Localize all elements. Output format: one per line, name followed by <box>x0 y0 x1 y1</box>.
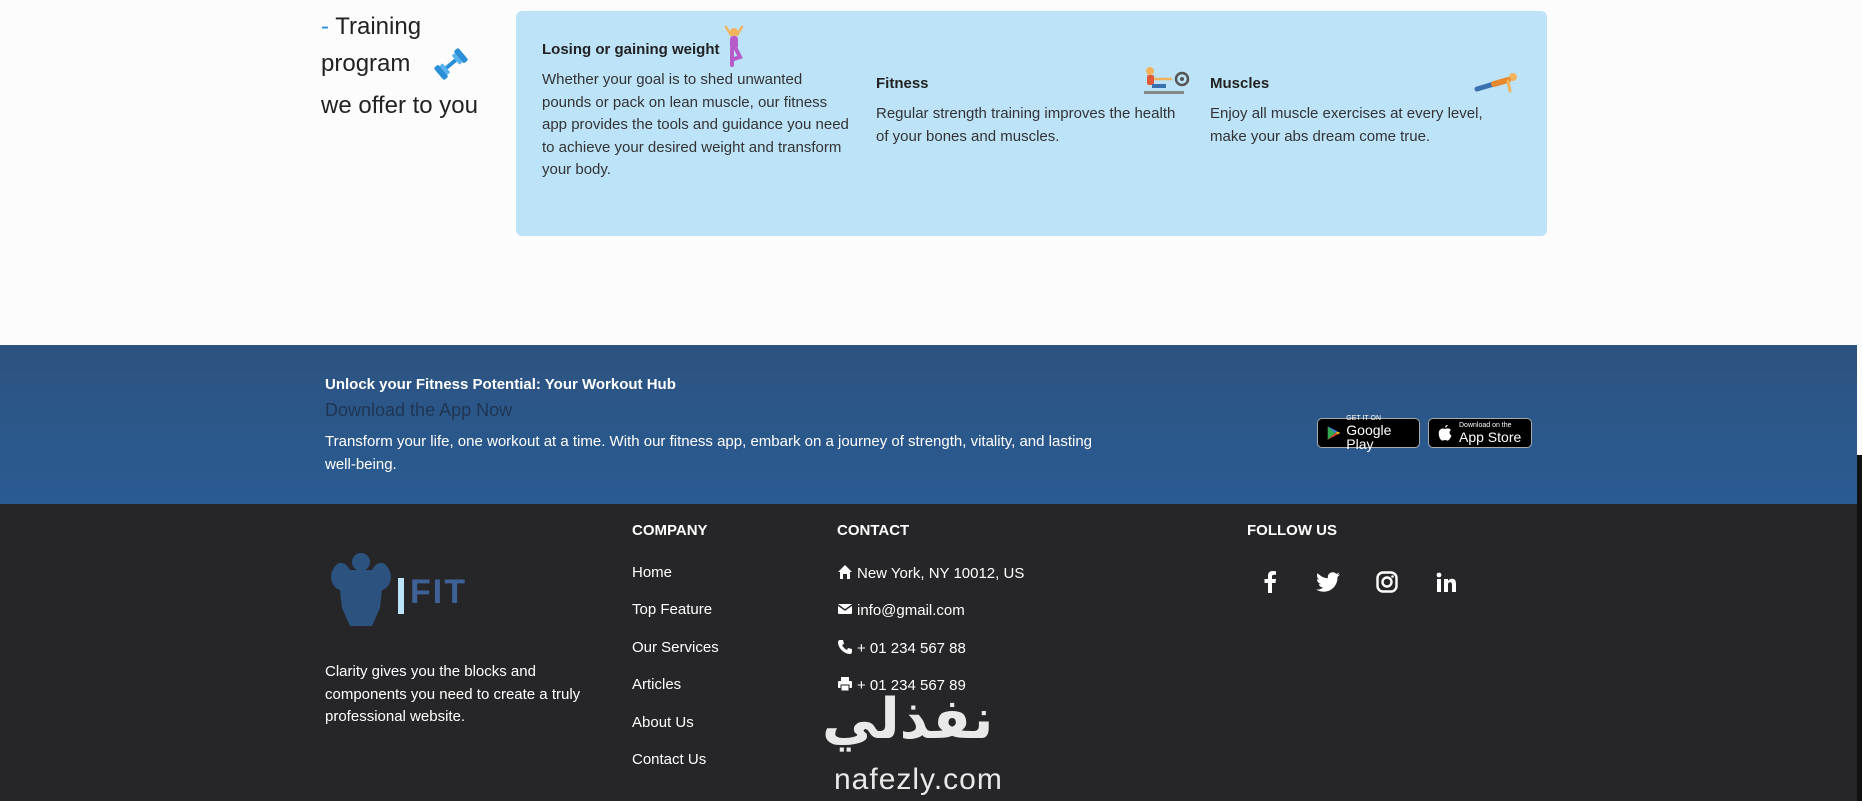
contact-phone: + 01 234 567 88 <box>837 639 966 657</box>
company-heading: COMPANY <box>632 522 708 539</box>
facebook-icon[interactable] <box>1255 567 1285 597</box>
logo-bar <box>398 578 404 614</box>
google-play-label: Google Play <box>1346 422 1392 452</box>
feature-title: Fitness <box>876 75 929 92</box>
feature-text: Regular strength training improves the h… <box>876 105 1176 145</box>
page-scrollbar[interactable] <box>1857 455 1862 801</box>
follow-heading: FOLLOW US <box>1247 522 1337 539</box>
contact-email[interactable]: info@gmail.com <box>837 601 965 619</box>
google-play-button[interactable]: GET IT ON Google Play <box>1317 415 1420 452</box>
linkedin-icon[interactable] <box>1431 567 1461 597</box>
envelope-icon <box>837 604 853 614</box>
instagram-icon[interactable] <box>1372 567 1402 597</box>
contact-address: New York, NY 10012, US <box>837 564 1024 582</box>
feature-title: Losing or gaining weight <box>542 41 720 58</box>
footer-link-top-feature[interactable]: Top Feature <box>632 601 712 618</box>
feature-weight: Losing or gaining weight Whether your go… <box>542 41 852 182</box>
contact-heading: CONTACT <box>837 522 910 539</box>
footer-link-contact[interactable]: Contact Us <box>632 751 706 768</box>
phone-text: + 01 234 567 88 <box>857 640 966 657</box>
apple-icon <box>1438 425 1452 441</box>
dumbbell-icon <box>434 48 468 80</box>
rowing-machine-icon <box>1144 67 1190 94</box>
phone-icon <box>838 640 852 654</box>
feature-text: Whether your goal is to shed unwanted po… <box>542 71 849 178</box>
person-yoga-icon <box>724 25 744 67</box>
title-dash: - <box>321 13 329 40</box>
email-text[interactable]: info@gmail.com <box>857 602 965 619</box>
watermark-arabic: نفذلي <box>822 687 994 750</box>
google-play-icon <box>1327 426 1341 440</box>
footer-link-services[interactable]: Our Services <box>632 639 719 656</box>
footer-about: Clarity gives you the blocks and compone… <box>325 663 581 725</box>
download-text: Transform your life, one workout at a ti… <box>325 433 1093 473</box>
watermark-latin: nafezly.com <box>834 763 1003 796</box>
feature-text: Enjoy all muscle exercises at every leve… <box>1210 105 1483 145</box>
feature-fitness: Fitness Regular strength training improv… <box>876 75 1186 148</box>
home-icon <box>838 565 852 579</box>
footer-link-about[interactable]: About Us <box>632 714 694 731</box>
app-store-label: App Store <box>1459 429 1522 445</box>
footer-link-articles[interactable]: Articles <box>632 676 681 693</box>
app-store-button[interactable]: Download on the App Store <box>1428 418 1532 448</box>
download-subtitle: Unlock your Fitness Potential: Your Work… <box>325 376 676 393</box>
download-app-banner <box>0 345 1857 504</box>
twitter-icon[interactable] <box>1313 567 1343 597</box>
plank-exercise-icon <box>1474 73 1517 93</box>
title-line-3: we offer to you <box>321 92 478 119</box>
bodybuilder-logo-icon[interactable] <box>324 548 398 632</box>
training-section-title: - Training program we offer to you <box>321 8 481 124</box>
download-title: Download the App Now <box>325 400 513 420</box>
logo-text[interactable]: FIT <box>410 573 467 612</box>
title-line-1: Training <box>335 13 422 40</box>
address-text: New York, NY 10012, US <box>857 565 1025 582</box>
footer-link-home[interactable]: Home <box>632 564 672 581</box>
training-offers-card: Losing or gaining weight Whether your go… <box>516 11 1547 236</box>
